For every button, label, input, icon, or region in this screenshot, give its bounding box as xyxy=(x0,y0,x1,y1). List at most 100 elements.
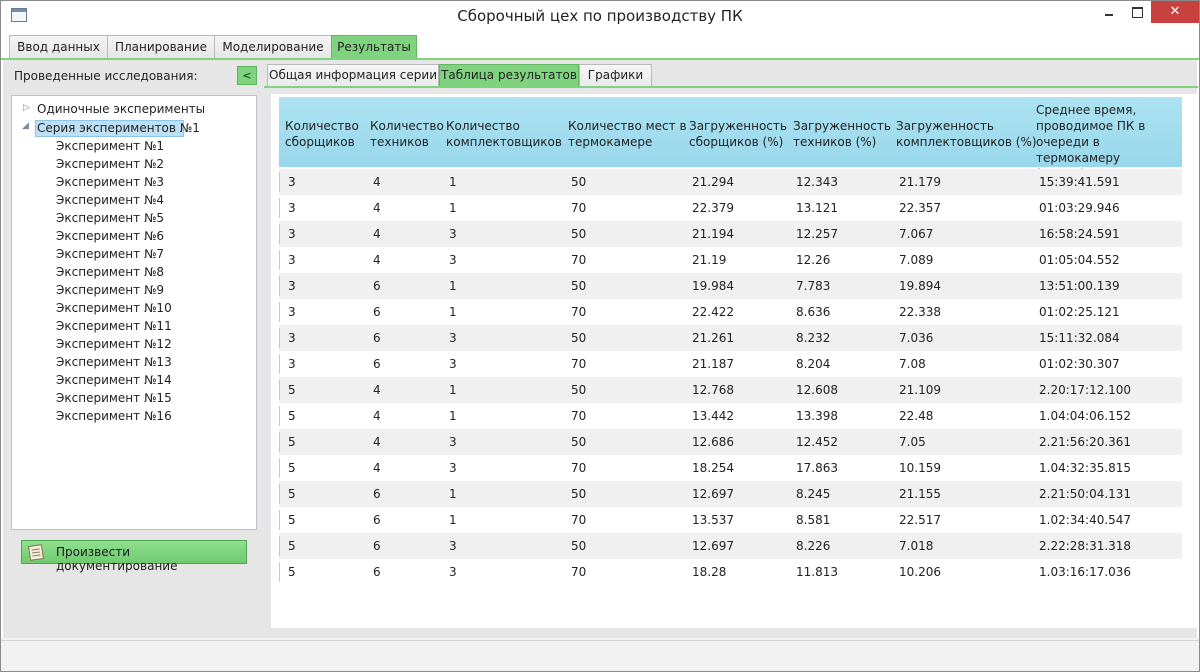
table-cell: 21.294 xyxy=(692,175,734,189)
table-row[interactable]: 3 4 1 50 21.294 12.343 21.179 15:39:41.591 xyxy=(279,169,1182,195)
table-row[interactable]: 5 4 1 70 13.442 13.398 22.48 1.04:04:06.152 xyxy=(279,403,1182,429)
table-cell: 6 xyxy=(373,539,381,553)
table-cell: 15:39:41.591 xyxy=(1039,175,1120,189)
table-cell: 50 xyxy=(571,175,587,189)
documentation-button-label: Произвести документирование xyxy=(56,545,178,573)
row-marker xyxy=(279,224,280,244)
table-row[interactable]: 3 6 1 70 22.422 8.636 22.338 01:02:25.121 xyxy=(279,299,1182,325)
column-header-line: комплектовщиков xyxy=(446,135,562,149)
tree-node-experiment[interactable]: Эксперимент №10 xyxy=(56,301,172,315)
table-cell: 13.398 xyxy=(796,409,838,423)
minimize-button[interactable] xyxy=(1094,1,1124,23)
table-cell: 1.03:16:17.036 xyxy=(1039,565,1132,579)
table-row[interactable]: 5 4 3 50 12.686 12.452 7.05 2.21:56:20.361 xyxy=(279,429,1182,455)
row-marker xyxy=(279,328,280,348)
table-cell: 70 xyxy=(571,565,587,579)
status-bar xyxy=(1,640,1199,671)
table-cell: 4 xyxy=(373,227,381,241)
table-row[interactable]: 3 4 3 50 21.194 12.257 7.067 16:58:24.591 xyxy=(279,221,1182,247)
column-header-line: Количество xyxy=(446,119,520,133)
table-row[interactable]: 3 4 3 70 21.19 12.26 7.089 01:05:04.552 xyxy=(279,247,1182,273)
tree-node-experiment[interactable]: Эксперимент №4 xyxy=(56,193,164,207)
table-cell: 8.204 xyxy=(796,357,831,371)
maximize-button[interactable] xyxy=(1123,1,1151,23)
table-row[interactable]: 3 6 1 50 19.984 7.783 19.894 13:51:00.139 xyxy=(279,273,1182,299)
table-cell: 2.22:28:31.318 xyxy=(1039,539,1132,553)
table-cell: 3 xyxy=(449,253,457,267)
close-button[interactable]: ✕ xyxy=(1151,1,1199,23)
tab-modeling[interactable]: Моделирование xyxy=(214,35,332,59)
tree-node-series-1[interactable]: Серия экспериментов №1 xyxy=(37,121,200,135)
table-cell: 1 xyxy=(449,383,457,397)
tree-node-experiment[interactable]: Эксперимент №3 xyxy=(56,175,164,189)
experiments-label: Проведенные исследования: xyxy=(14,69,198,83)
tree-node-experiment[interactable]: Эксперимент №1 xyxy=(56,139,164,153)
row-marker xyxy=(279,432,280,452)
column-header[interactable]: Загруженность комплектовщиков (%) xyxy=(896,118,1037,150)
table-cell: 5 xyxy=(288,409,296,423)
tab-results-table[interactable]: Таблица результатов xyxy=(439,64,579,87)
table-row[interactable]: 5 4 1 50 12.768 12.608 21.109 2.20:17:12.100 xyxy=(279,377,1182,403)
table-row[interactable]: 3 6 3 70 21.187 8.204 7.08 01:02:30.307 xyxy=(279,351,1182,377)
table-cell: 7.05 xyxy=(899,435,926,449)
column-header[interactable]: Количество мест в термокамере xyxy=(568,118,687,150)
table-cell: 22.422 xyxy=(692,305,734,319)
collapse-panel-button[interactable]: < xyxy=(237,66,257,85)
tree-node-experiment[interactable]: Эксперимент №9 xyxy=(56,283,164,297)
table-row[interactable]: 5 6 3 50 12.697 8.226 7.018 2.22:28:31.318 xyxy=(279,533,1182,559)
row-marker xyxy=(279,510,280,530)
document-icon xyxy=(28,544,44,561)
column-header[interactable]: Количество комплектовщиков xyxy=(446,118,562,150)
column-header[interactable]: Загруженность сборщиков (%) xyxy=(689,118,787,150)
table-cell: 3 xyxy=(449,435,457,449)
tree-node-single-experiments[interactable]: Одиночные эксперименты xyxy=(37,102,205,116)
documentation-button[interactable]: Произвести документирование xyxy=(21,540,247,573)
tree-node-experiment[interactable]: Эксперимент №8 xyxy=(56,265,164,279)
table-cell: 01:03:29.946 xyxy=(1039,201,1120,215)
tree-node-experiment[interactable]: Эксперимент №14 xyxy=(56,373,172,387)
tab-results[interactable]: Результаты xyxy=(331,35,417,59)
tab-charts[interactable]: Графики xyxy=(579,64,652,87)
table-cell: 13:51:00.139 xyxy=(1039,279,1120,293)
table-row[interactable]: 5 4 3 70 18.254 17.863 10.159 1.04:32:35.815 xyxy=(279,455,1182,481)
table-cell: 2.21:50:04.131 xyxy=(1039,487,1132,501)
column-header[interactable]: Количество техников xyxy=(370,118,444,150)
tree-node-experiment[interactable]: Эксперимент №5 xyxy=(56,211,164,225)
table-cell: 5 xyxy=(288,539,296,553)
table-cell: 5 xyxy=(288,383,296,397)
table-cell: 16:58:24.591 xyxy=(1039,227,1120,241)
column-header-line: Количество мест в xyxy=(568,119,687,133)
column-header-line: техников xyxy=(370,135,429,149)
tab-series-info[interactable]: Общая информация серии xyxy=(267,64,439,87)
column-header[interactable]: Загруженность техников (%) xyxy=(793,118,891,150)
table-cell: 5 xyxy=(288,487,296,501)
collapse-arrow-icon[interactable]: ◢ xyxy=(22,121,29,131)
table-cell: 4 xyxy=(373,461,381,475)
tree-node-experiment[interactable]: Эксперимент №6 xyxy=(56,229,164,243)
tree-node-experiment[interactable]: Эксперимент №7 xyxy=(56,247,164,261)
table-cell: 12.608 xyxy=(796,383,838,397)
table-row[interactable]: 5 6 3 70 18.28 11.813 10.206 1.03:16:17.036 xyxy=(279,559,1182,585)
table-cell: 21.261 xyxy=(692,331,734,345)
tree-node-experiment[interactable]: Эксперимент №15 xyxy=(56,391,172,405)
tree-node-experiment[interactable]: Эксперимент №12 xyxy=(56,337,172,351)
table-cell: 3 xyxy=(288,279,296,293)
table-cell: 18.254 xyxy=(692,461,734,475)
table-row[interactable]: 3 4 1 70 22.379 13.121 22.357 01:03:29.946 xyxy=(279,195,1182,221)
tree-node-experiment[interactable]: Эксперимент №13 xyxy=(56,355,172,369)
tab-planning[interactable]: Планирование xyxy=(107,35,215,59)
row-marker xyxy=(279,536,280,556)
tree-node-experiment[interactable]: Эксперимент №16 xyxy=(56,409,172,423)
table-row[interactable]: 5 6 1 70 13.537 8.581 22.517 1.02:34:40.547 xyxy=(279,507,1182,533)
tab-data-input[interactable]: Ввод данных xyxy=(9,35,108,59)
table-cell: 7.067 xyxy=(899,227,934,241)
table-cell: 10.159 xyxy=(899,461,941,475)
experiments-tree[interactable]: ▷ Одиночные эксперименты ◢ Серия экспери… xyxy=(11,95,257,530)
table-row[interactable]: 5 6 1 50 12.697 8.245 21.155 2.21:50:04.131 xyxy=(279,481,1182,507)
expand-arrow-icon[interactable]: ▷ xyxy=(23,103,30,113)
tree-node-experiment[interactable]: Эксперимент №2 xyxy=(56,157,164,171)
column-header[interactable]: Количество сборщиков xyxy=(285,118,359,150)
tree-node-experiment[interactable]: Эксперимент №11 xyxy=(56,319,172,333)
table-row[interactable]: 3 6 3 50 21.261 8.232 7.036 15:11:32.084 xyxy=(279,325,1182,351)
table-cell: 7.089 xyxy=(899,253,934,267)
